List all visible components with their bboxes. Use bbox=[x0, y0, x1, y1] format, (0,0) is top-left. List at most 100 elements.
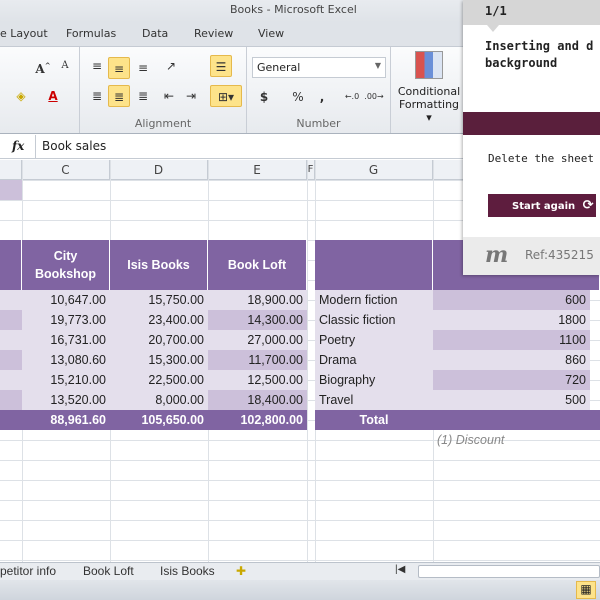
decrease-decimal-icon[interactable]: .00→ bbox=[363, 86, 385, 108]
table1-cell[interactable]: 13,080.60 bbox=[22, 350, 110, 370]
table2-category[interactable]: Poetry bbox=[315, 330, 433, 350]
number-group: General ▼ $ % , ←.0 .00→ Number bbox=[247, 47, 391, 133]
align-bottom-icon[interactable]: ≡ bbox=[132, 57, 154, 79]
table2-header-g[interactable] bbox=[315, 240, 433, 290]
table2-category[interactable]: Drama bbox=[315, 350, 433, 370]
cell-b[interactable] bbox=[0, 350, 22, 370]
increase-decimal-icon[interactable]: ←.0 bbox=[341, 86, 363, 108]
table2-value[interactable]: 600 bbox=[433, 290, 590, 310]
percent-icon[interactable]: % bbox=[287, 86, 309, 108]
table1-cell[interactable]: 14,300.00 bbox=[208, 310, 307, 330]
cell-b[interactable] bbox=[0, 330, 22, 350]
align-top-icon[interactable]: ≡ bbox=[86, 55, 108, 77]
merge-center-icon[interactable]: ⊞▾ bbox=[210, 85, 242, 107]
orientation-icon[interactable]: ↗ bbox=[160, 55, 182, 77]
table1-cell[interactable]: 19,773.00 bbox=[22, 310, 110, 330]
currency-icon[interactable]: $ bbox=[253, 86, 275, 108]
table2-category[interactable]: Classic fiction bbox=[315, 310, 433, 330]
sheet-tab-competitor-info[interactable]: petitor info bbox=[0, 564, 56, 578]
table1-total[interactable]: 88,961.60 bbox=[22, 410, 110, 430]
table1-cell[interactable]: 16,731.00 bbox=[22, 330, 110, 350]
font-color-icon[interactable]: A bbox=[42, 85, 64, 107]
table1-cell[interactable]: 18,900.00 bbox=[208, 290, 307, 310]
table2-value[interactable]: 720 bbox=[433, 370, 590, 390]
tab-page-layout[interactable]: e Layout bbox=[0, 27, 48, 40]
sheet-tab-book-loft[interactable]: Book Loft bbox=[83, 564, 134, 578]
formula-input[interactable]: Book sales bbox=[35, 135, 463, 158]
table2-category[interactable]: Modern fiction bbox=[315, 290, 433, 310]
table2-value[interactable]: 500 bbox=[433, 390, 590, 410]
comma-icon[interactable]: , bbox=[311, 86, 333, 108]
table1-header[interactable]: Isis Books bbox=[110, 240, 208, 290]
table1-cell[interactable]: 13,520.00 bbox=[22, 390, 110, 410]
increase-indent-icon[interactable]: ⇥ bbox=[180, 85, 202, 107]
table2-category[interactable]: Biography bbox=[315, 370, 433, 390]
table2-value[interactable]: 1800 bbox=[433, 310, 590, 330]
table2-category[interactable]: Travel bbox=[315, 390, 433, 410]
align-center-icon[interactable]: ≣ bbox=[108, 85, 130, 107]
table1-cell[interactable]: 15,300.00 bbox=[110, 350, 208, 370]
cell-b[interactable] bbox=[0, 290, 22, 310]
start-again-button[interactable]: Start again ⟳ bbox=[488, 194, 596, 217]
font-group: A^ A ◈ A bbox=[0, 47, 80, 133]
table1-cell[interactable]: 23,400.00 bbox=[110, 310, 208, 330]
decrease-indent-icon[interactable]: ⇤ bbox=[158, 85, 180, 107]
header-cell-b[interactable] bbox=[0, 240, 22, 290]
tab-formulas[interactable]: Formulas bbox=[66, 27, 116, 40]
column-header-g[interactable]: G bbox=[315, 160, 433, 180]
column-header-d[interactable]: D bbox=[110, 160, 208, 180]
align-right-icon[interactable]: ≣ bbox=[132, 85, 154, 107]
table1-cell[interactable]: 22,500.00 bbox=[110, 370, 208, 390]
column-header-e[interactable]: E bbox=[208, 160, 307, 180]
discount-note[interactable]: (1) Discount bbox=[433, 430, 593, 450]
table1-cell[interactable]: 18,400.00 bbox=[208, 390, 307, 410]
conditional-formatting-button[interactable]: Conditional Formatting ▾ bbox=[396, 51, 462, 124]
normal-view-icon[interactable]: ▦ bbox=[576, 581, 596, 599]
table1-total[interactable]: 102,800.00 bbox=[208, 410, 307, 430]
table2-value[interactable]: 860 bbox=[433, 350, 590, 370]
number-format-select[interactable]: General ▼ bbox=[252, 57, 386, 78]
table1-cell[interactable]: 20,700.00 bbox=[110, 330, 208, 350]
sheet-tab-bar: petitor info Book Loft Isis Books ✚ |◀ bbox=[0, 562, 600, 580]
table1-cell[interactable]: 8,000.00 bbox=[110, 390, 208, 410]
cell-b-purple[interactable] bbox=[0, 180, 22, 200]
panel-instruction: Delete the sheet bbox=[488, 152, 594, 165]
cell-b[interactable] bbox=[0, 390, 22, 410]
table2-value[interactable]: 1100 bbox=[433, 330, 590, 350]
panel-footer: m Ref:435215 bbox=[463, 237, 600, 275]
scroll-left-icon[interactable]: |◀ bbox=[395, 564, 405, 575]
tab-data[interactable]: Data bbox=[142, 27, 168, 40]
start-again-label: Start again bbox=[512, 201, 576, 212]
refresh-icon: ⟳ bbox=[582, 198, 594, 213]
table1-header[interactable]: City Bookshop bbox=[22, 240, 110, 290]
table1-cell[interactable]: 10,647.00 bbox=[22, 290, 110, 310]
table1-cell[interactable]: 27,000.00 bbox=[208, 330, 307, 350]
column-header-f[interactable]: F bbox=[307, 160, 315, 180]
insert-sheet-icon[interactable]: ✚ bbox=[236, 564, 246, 578]
fill-color-icon[interactable]: ◈ bbox=[10, 85, 32, 107]
fx-icon[interactable]: fx bbox=[12, 139, 24, 153]
total-b[interactable] bbox=[0, 410, 22, 430]
column-header-b[interactable] bbox=[0, 160, 22, 180]
table1-total[interactable]: 105,650.00 bbox=[110, 410, 208, 430]
column-header-c[interactable]: C bbox=[22, 160, 110, 180]
logo-m: m bbox=[485, 242, 509, 268]
wrap-text-icon[interactable]: ☰ bbox=[210, 55, 232, 77]
align-middle-icon[interactable]: ≡ bbox=[108, 57, 130, 79]
cell-b[interactable] bbox=[0, 370, 22, 390]
tab-view[interactable]: View bbox=[258, 27, 284, 40]
table2-total-value[interactable] bbox=[433, 410, 600, 430]
table1-cell[interactable]: 15,750.00 bbox=[110, 290, 208, 310]
table2-total-label[interactable]: Total bbox=[315, 410, 433, 430]
shrink-font-icon[interactable]: A bbox=[54, 55, 76, 77]
cell-b[interactable] bbox=[0, 310, 22, 330]
table1-cell[interactable]: 12,500.00 bbox=[208, 370, 307, 390]
tab-review[interactable]: Review bbox=[194, 27, 233, 40]
align-left-icon[interactable]: ≣ bbox=[86, 85, 108, 107]
table1-header[interactable]: Book Loft bbox=[208, 240, 307, 290]
table1-cell[interactable]: 15,210.00 bbox=[22, 370, 110, 390]
sheet-tab-isis-books[interactable]: Isis Books bbox=[160, 564, 215, 578]
horizontal-scrollbar[interactable] bbox=[418, 565, 600, 578]
grow-font-icon[interactable]: A^ bbox=[32, 55, 54, 77]
table1-cell[interactable]: 11,700.00 bbox=[208, 350, 307, 370]
